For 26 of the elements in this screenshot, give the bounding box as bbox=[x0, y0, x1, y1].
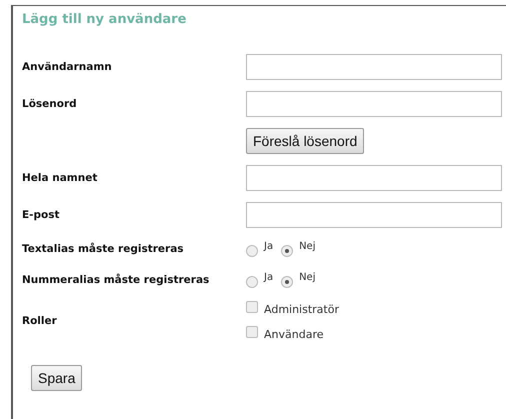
radio-button[interactable] bbox=[281, 245, 294, 257]
save-button[interactable]: Spara bbox=[31, 365, 82, 391]
option-label: Användare bbox=[264, 328, 324, 341]
field-label: Hela namnet bbox=[22, 172, 98, 184]
option-label: Administratör bbox=[264, 303, 339, 316]
option-label: Ja bbox=[264, 241, 274, 252]
option-label: Nej bbox=[299, 272, 316, 283]
suggest-password-button[interactable]: Föreslå lösenord bbox=[246, 128, 364, 154]
field-label: E-post bbox=[22, 209, 61, 221]
input-field[interactable] bbox=[246, 165, 502, 191]
radio-button[interactable] bbox=[246, 245, 258, 257]
field-label: Användarnamn bbox=[22, 61, 113, 73]
checkbox[interactable] bbox=[246, 301, 258, 313]
field-label: Roller bbox=[22, 315, 58, 327]
option-label: Nej bbox=[299, 241, 316, 252]
form-title: Lägg till ny användare bbox=[22, 12, 188, 27]
input-field[interactable] bbox=[246, 54, 502, 80]
checkbox[interactable] bbox=[246, 326, 258, 338]
radio-button[interactable] bbox=[246, 276, 258, 288]
option-label: Ja bbox=[264, 272, 274, 283]
field-label: Lösenord bbox=[22, 98, 78, 110]
input-field[interactable] bbox=[246, 202, 502, 228]
field-label: Textalias måste registreras bbox=[22, 243, 185, 255]
radio-button[interactable] bbox=[281, 276, 294, 288]
input-field[interactable] bbox=[246, 91, 502, 117]
field-label: Nummeralias måste registreras bbox=[22, 274, 210, 286]
